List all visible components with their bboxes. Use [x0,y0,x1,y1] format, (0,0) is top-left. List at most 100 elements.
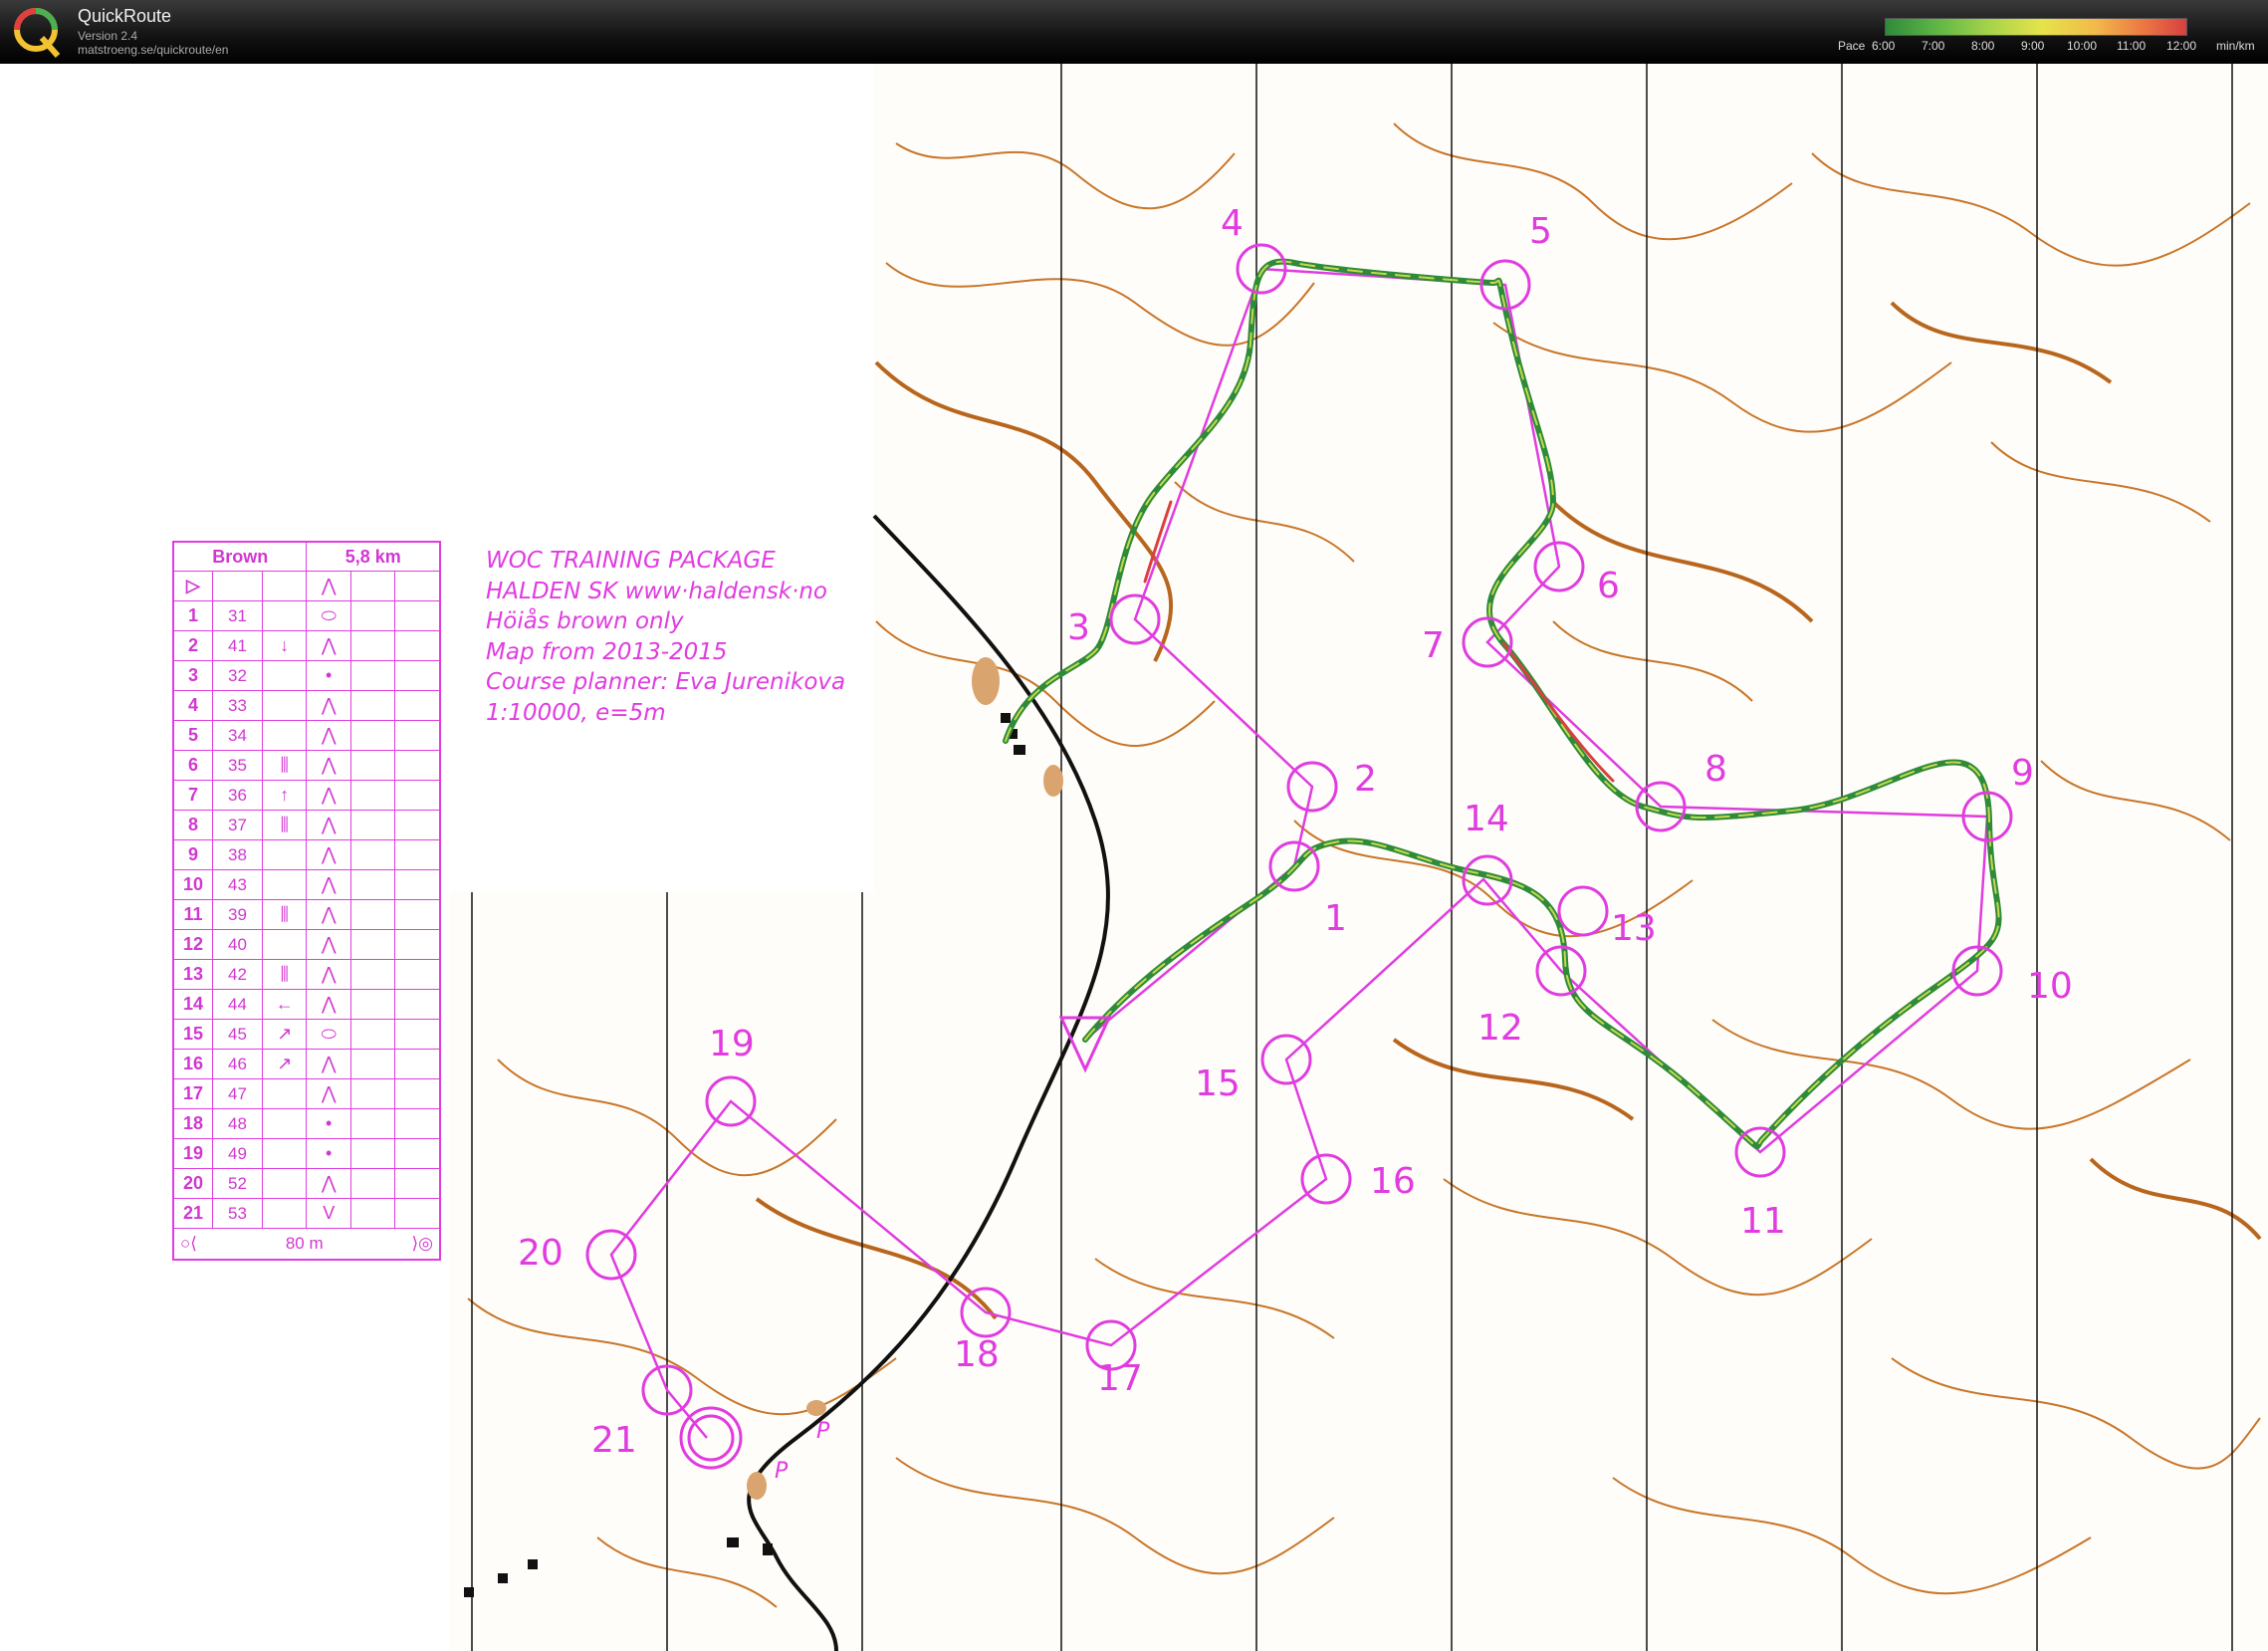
pace-unit: min/km [2216,39,2255,53]
control-code: 38 [211,839,264,870]
feature-symbol: ⋀ [306,1168,351,1199]
feature-symbol: ⋀ [306,959,351,990]
control-number-label: 18 [954,1334,1000,1375]
direction-symbol: ⫼ [262,750,308,781]
legend-row: 21 53 V [172,1198,441,1229]
blank-cell [394,1049,441,1079]
control-number: 12 [172,929,213,960]
pace-tick: 12:00 [2166,39,2197,53]
control-number-label: 6 [1597,566,1620,606]
legend-row: 12 40 ⋀ [172,929,441,960]
blank-cell [394,1138,441,1169]
legend-row: 8 37 ⫼ ⋀ [172,810,441,840]
finish-distance-value: 80 m [285,1234,324,1253]
blank-cell [349,1198,396,1229]
feature-symbol: ⋀ [306,750,351,781]
control-number: 17 [172,1078,213,1109]
blank-cell [394,690,441,721]
feature-symbol: ⋀ [306,810,351,840]
direction-symbol [262,720,308,751]
parking-label: P [816,1419,830,1444]
control-number: 16 [172,1049,213,1079]
blank-cell [394,600,441,631]
legend-row: 18 48 • [172,1108,441,1139]
legend-header: Brown 5,8 km [172,541,441,572]
control-number-label: 3 [1067,607,1090,648]
control-number: 9 [172,839,213,870]
info-line: Course planner: Eva Jurenikova [486,669,846,695]
blank-cell [349,720,396,751]
legend-row: 11 39 ⫼ ⋀ [172,899,441,930]
blank-cell [349,780,396,811]
legend-row: 13 42 ⫼ ⋀ [172,959,441,990]
legend-row: 3 32 • [172,660,441,691]
blank-cell [394,1078,441,1109]
legend-row: 10 43 ⋀ [172,869,441,900]
blank-cell [394,1019,441,1050]
start-feature: ⋀ [306,571,351,601]
feature-symbol: ⋀ [306,690,351,721]
control-number: 10 [172,869,213,900]
blank-cell [349,810,396,840]
direction-symbol: ⫼ [262,959,308,990]
control-number-label: 13 [1611,908,1657,949]
control-code: 35 [211,750,264,781]
blank-cell [349,989,396,1020]
control-number: 11 [172,899,213,930]
title-bar: QuickRoute Version 2.4 matstroeng.se/qui… [0,0,2268,64]
course-length: 5,8 km [306,541,441,572]
direction-symbol [262,690,308,721]
app-version: Version 2.4 [78,29,138,43]
direction-symbol [262,869,308,900]
control-number: 8 [172,810,213,840]
feature-symbol: ⬭ [306,1019,351,1050]
info-line: 1:10000, e=5m [486,699,666,726]
control-number-label: 21 [591,1420,637,1461]
control-number: 15 [172,1019,213,1050]
blank-cell [394,1168,441,1199]
control-code: 47 [211,1078,264,1109]
feature-symbol: ⋀ [306,1078,351,1109]
control-code: 49 [211,1138,264,1169]
pace-tick: 9:00 [2021,39,2045,53]
control-code: 31 [211,600,264,631]
feature-symbol: ⋀ [306,899,351,930]
control-number-label: 15 [1195,1063,1241,1104]
direction-symbol: ← [262,989,308,1020]
control-number: 5 [172,720,213,751]
control-code: 33 [211,690,264,721]
legend-row: 16 46 ↗ ⋀ [172,1049,441,1079]
feature-symbol: ⋀ [306,720,351,751]
pace-tick: 8:00 [1971,39,1995,53]
control-number-label: 17 [1097,1358,1143,1399]
control-number: 18 [172,1108,213,1139]
app-url[interactable]: matstroeng.se/quickroute/en [78,43,228,57]
feature-symbol: ⋀ [306,929,351,960]
blank-cell [394,959,441,990]
blank-cell [394,720,441,751]
info-line: Map from 2013-2015 [486,638,728,665]
feature-symbol: ⋀ [306,989,351,1020]
control-number: 6 [172,750,213,781]
legend-row: 1 31 ⬭ [172,600,441,631]
control-number-label: 11 [1740,1201,1786,1242]
blank-cell [394,660,441,691]
feature-symbol: • [306,1138,351,1169]
direction-symbol [262,1138,308,1169]
direction-symbol [262,1198,308,1229]
blank-cell [349,899,396,930]
legend-row: 19 49 • [172,1138,441,1169]
direction-symbol: ⫼ [262,810,308,840]
control-number-label: 19 [709,1024,755,1064]
control-code: 44 [211,989,264,1020]
legend-row: 2 41 ↓ ⋀ [172,630,441,661]
direction-symbol [262,600,308,631]
direction-symbol [262,1108,308,1139]
legend-row: 7 36 ↑ ⋀ [172,780,441,811]
legend-row: 5 34 ⋀ [172,720,441,751]
blank-cell [349,1049,396,1079]
direction-symbol [262,1168,308,1199]
direction-symbol [262,1078,308,1109]
legend-row: 14 44 ← ⋀ [172,989,441,1020]
finish-icon: ⟩◎ [411,1234,433,1253]
